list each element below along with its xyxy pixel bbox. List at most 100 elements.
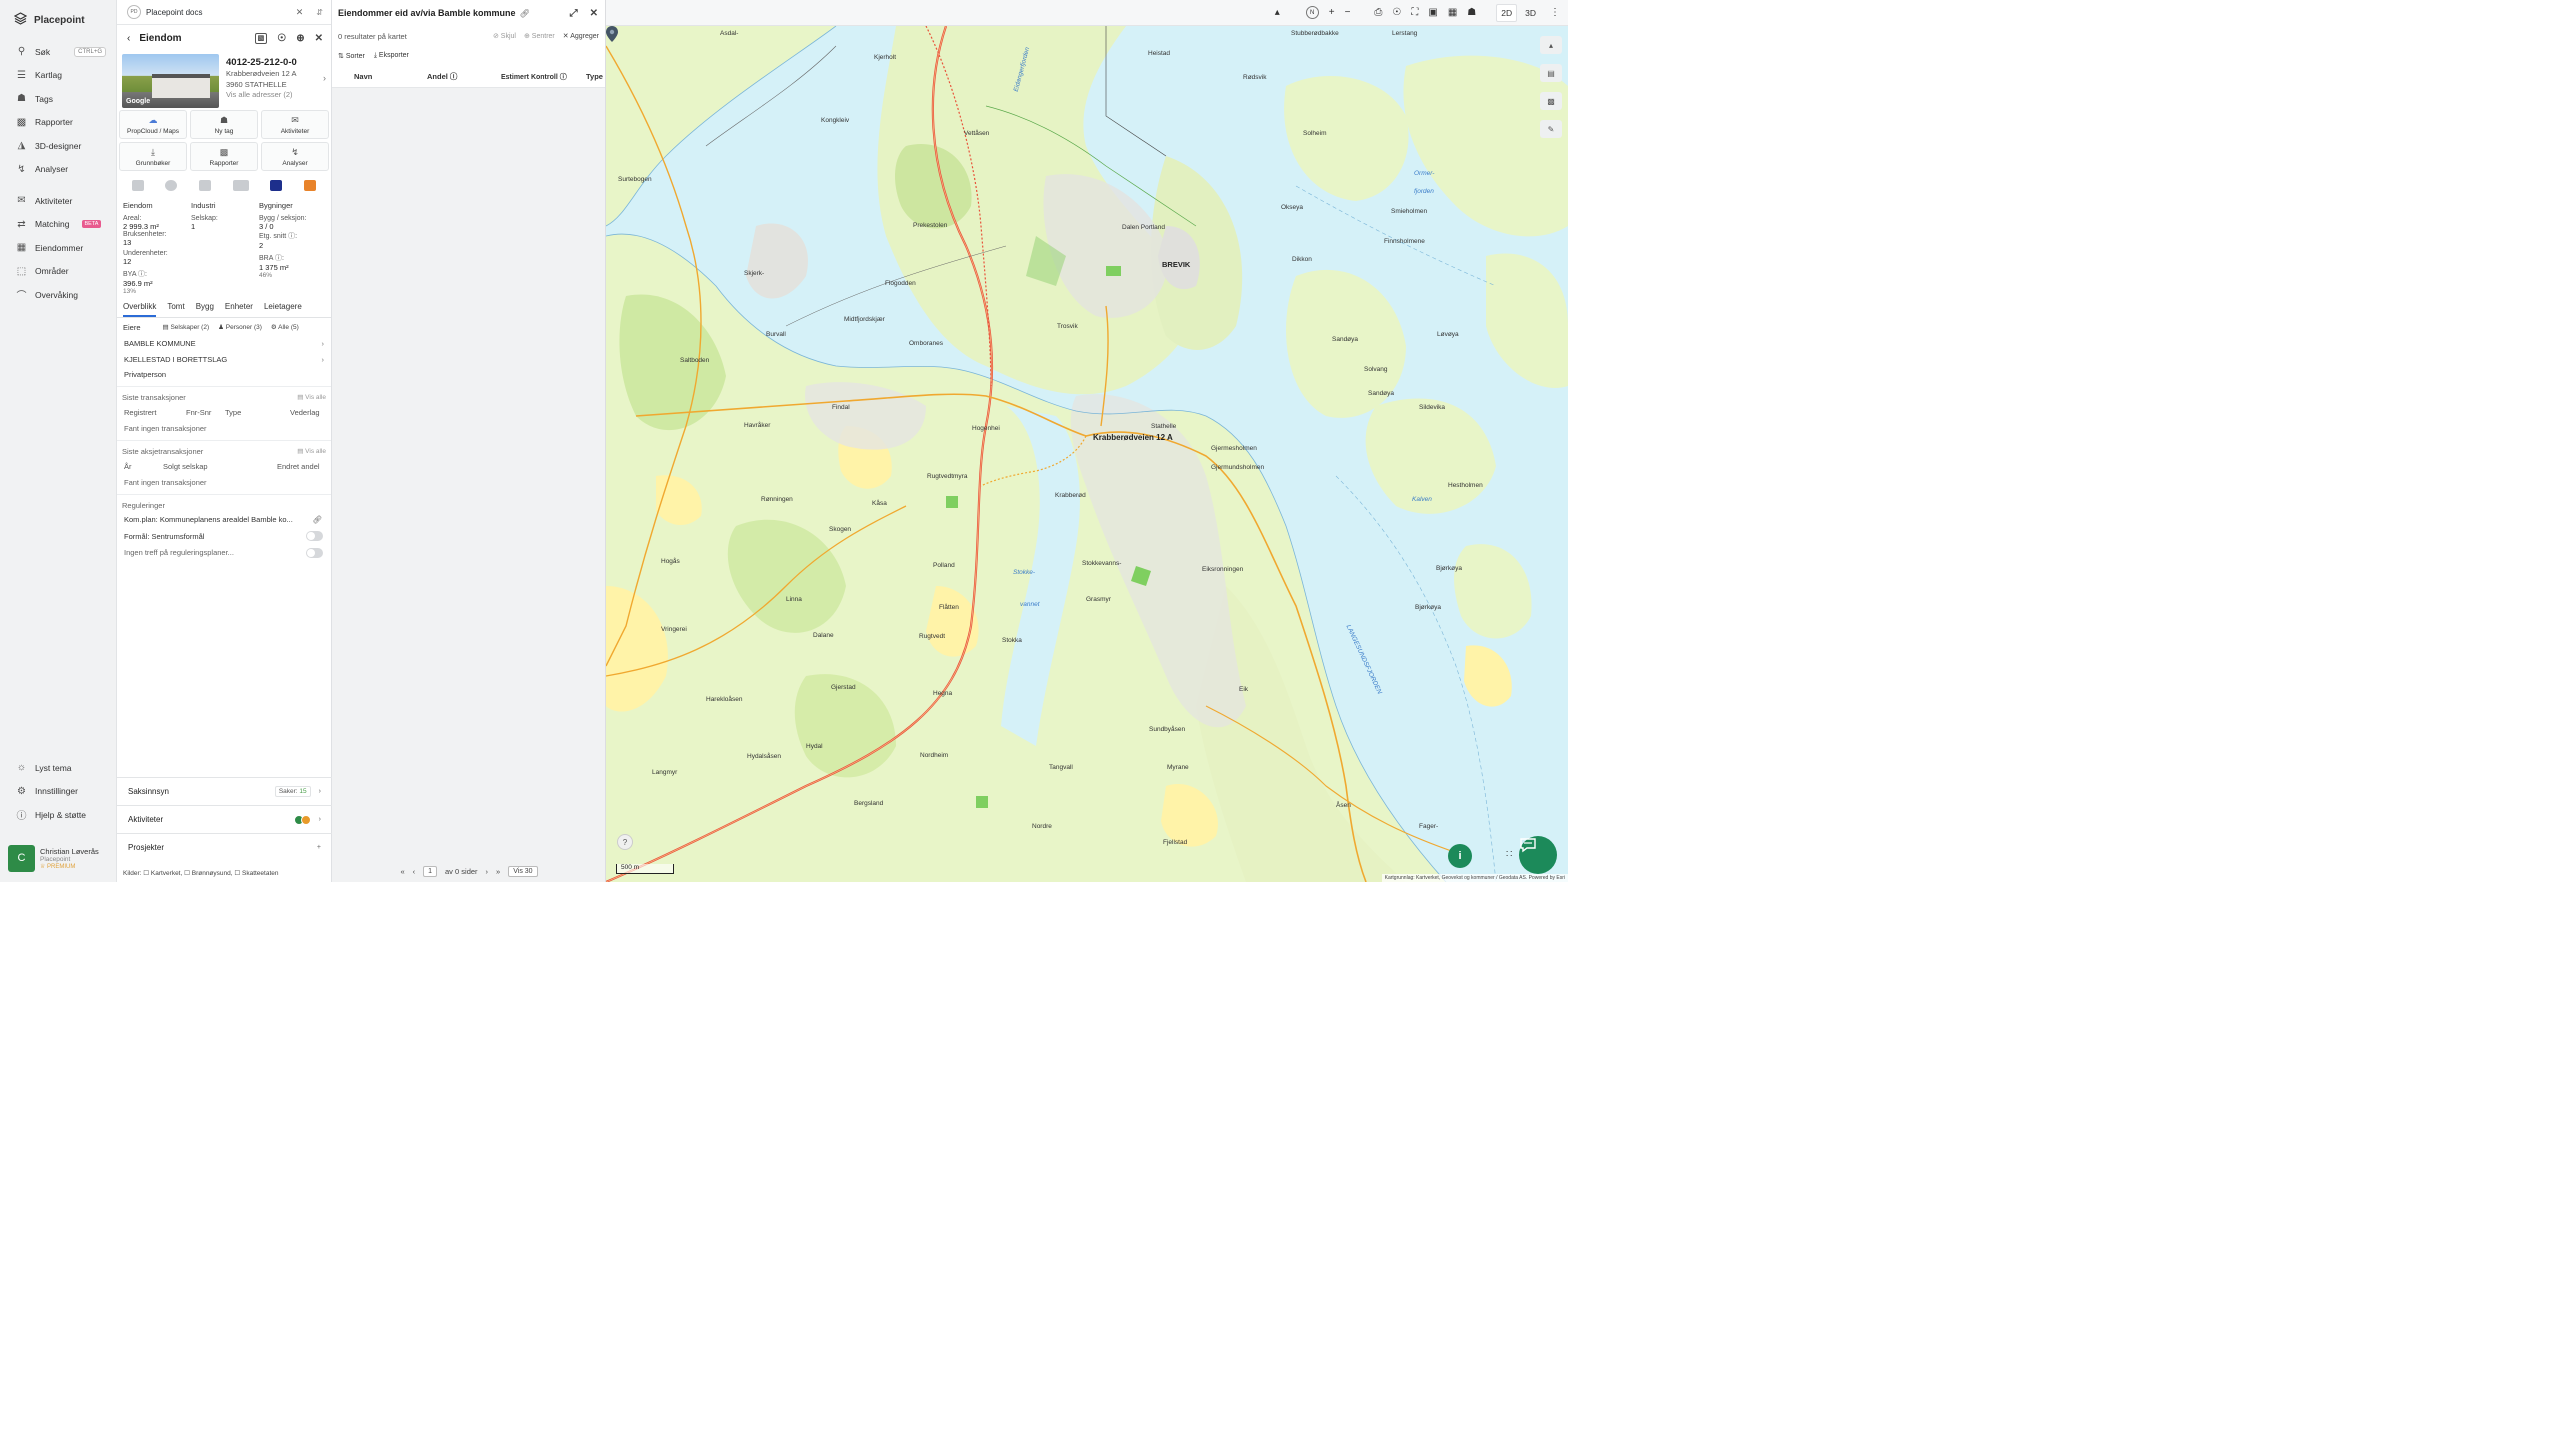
nav-tags[interactable]: ☗ Tags: [0, 87, 116, 111]
map-view[interactable]: Asdal- Heistad BREVIK Dalen Portland Tro…: [606, 26, 1568, 882]
owner-row[interactable]: KJELLESTAD I BORETTSLAG ›: [117, 352, 331, 368]
nav-matching[interactable]: ⇄ Matching BETA: [0, 213, 116, 237]
badge-icon[interactable]: ▧: [254, 32, 268, 44]
nav-analyser[interactable]: ↯ Analyser: [0, 158, 116, 182]
nav-kartlag[interactable]: ☰ Kartlag: [0, 64, 116, 88]
page-input[interactable]: 1: [423, 865, 438, 877]
layers-stack-icon[interactable]: ▴: [1275, 7, 1280, 18]
more-icon[interactable]: ⋮: [1550, 7, 1560, 18]
tab-enheter[interactable]: Enheter: [225, 302, 253, 317]
filter-all[interactable]: ⚙ Alle (5): [271, 323, 299, 331]
zoom-in-icon[interactable]: +: [1329, 7, 1335, 18]
first-page-icon[interactable]: «: [400, 867, 404, 876]
bookmark-icon[interactable]: ☗: [1467, 7, 1476, 18]
tab-bygg[interactable]: Bygg: [196, 302, 214, 317]
center-button[interactable]: ⊕ Sentrer: [524, 32, 555, 40]
nav-overvaking[interactable]: ⌒ Overvåking: [0, 283, 116, 307]
chat-support-icon[interactable]: [1519, 836, 1557, 874]
compass-icon[interactable]: N: [1305, 6, 1319, 19]
apps-grid-icon[interactable]: ∷: [1506, 849, 1512, 860]
activities-accordion[interactable]: Aktiviteter ›: [117, 805, 332, 833]
saksinnsyn-accordion[interactable]: Saksinnsyn Saker: 15 ›: [117, 777, 332, 805]
user-profile[interactable]: C Christian Løverås Placepoint ♕ PREMIUM: [8, 842, 109, 874]
provider-logo[interactable]: [131, 179, 144, 191]
street-view-thumbnail[interactable]: Google: [122, 54, 219, 108]
land-registry-button[interactable]: ⤓ Grunnbøker: [119, 142, 187, 171]
zoom-out-icon[interactable]: −: [1345, 7, 1351, 18]
provider-logo[interactable]: [165, 179, 178, 191]
location-pin-icon[interactable]: [606, 26, 618, 42]
export-button[interactable]: ⤓ Eksporter: [374, 52, 409, 60]
nav-help[interactable]: ⓘ Hjelp & støtte: [0, 803, 117, 827]
nav-settings[interactable]: ⚙ Innstillinger: [0, 780, 117, 804]
f-logo[interactable]: [304, 179, 317, 191]
nav-omrader[interactable]: ⬚ Områder: [0, 260, 116, 284]
per-page-select[interactable]: Vis 30: [508, 865, 538, 877]
grid-icon[interactable]: ▦: [1448, 7, 1457, 18]
kom-plan-row[interactable]: Kom.plan: Kommuneplanens arealdel Bamble…: [122, 512, 326, 529]
sort-button[interactable]: ⇅ Sorter: [338, 52, 365, 60]
print-icon[interactable]: ⎙: [1374, 7, 1382, 18]
camera-icon[interactable]: ▣: [1428, 7, 1437, 18]
owner-row[interactable]: BAMBLE KOMMUNE ›: [117, 336, 331, 352]
map-help-icon[interactable]: ?: [617, 834, 633, 850]
map-side-layers-icon[interactable]: ▴: [1540, 36, 1562, 54]
tek-logo[interactable]: [270, 179, 283, 191]
nav-aktiviteter[interactable]: ✉ Aktiviteter: [0, 189, 116, 213]
map-side-chart-icon[interactable]: ▩: [1540, 92, 1562, 110]
nav-rapporter[interactable]: ▩ Rapporter: [0, 111, 116, 135]
map-side-ruler-icon[interactable]: ▤: [1540, 64, 1562, 82]
activities-button[interactable]: ✉ Aktiviteter: [261, 110, 329, 139]
close-icon[interactable]: ✕: [315, 33, 323, 44]
plus-icon[interactable]: +: [317, 844, 321, 851]
last-page-icon[interactable]: »: [496, 867, 500, 876]
link-icon[interactable]: 🔗︎: [520, 9, 530, 18]
tab-leietagere[interactable]: Leietagere: [264, 302, 302, 317]
plans-toggle[interactable]: [306, 547, 323, 558]
tab-tomt[interactable]: Tomt: [167, 302, 184, 317]
hide-button[interactable]: ⊘ Skjul: [493, 32, 516, 40]
eye-icon[interactable]: ☉: [277, 33, 286, 44]
provider-logo[interactable]: [199, 179, 212, 191]
app-brand[interactable]: Placepoint: [0, 0, 116, 40]
col-header[interactable]: Andel ⓘ: [427, 71, 501, 82]
prev-page-icon[interactable]: ‹: [413, 867, 416, 876]
address-row[interactable]: Krabberødveien 12 A 3960 STATHELLE ›: [226, 68, 326, 90]
docs-tab[interactable]: PD Placepoint docs ✕ ⇵: [117, 0, 331, 25]
mode-2d-button[interactable]: 2D: [1496, 3, 1518, 22]
mode-3d-button[interactable]: 3D: [1521, 5, 1540, 21]
col-header[interactable]: Estimert Kontroll ⓘ: [501, 72, 586, 82]
nav-eiendommer[interactable]: ▦ Eiendommer: [0, 236, 116, 260]
target-icon[interactable]: ⊕: [296, 33, 304, 44]
eye-icon[interactable]: ☉: [1392, 7, 1401, 18]
close-icon[interactable]: ✕: [590, 8, 598, 19]
tab-overblikk[interactable]: Overblikk: [123, 302, 157, 317]
analyses-button[interactable]: ↯ Analyser: [261, 142, 329, 171]
expand-icon[interactable]: ⤢: [570, 8, 578, 19]
provider-logo[interactable]: [232, 179, 249, 191]
show-all-link[interactable]: ▤ Vis alle: [297, 393, 326, 401]
col-header[interactable]: Navn: [332, 72, 427, 81]
close-icon[interactable]: ✕: [296, 7, 304, 18]
col-header[interactable]: Type: [586, 72, 603, 81]
filter-persons[interactable]: ♟ Personer (3): [218, 323, 262, 331]
propcloud-button[interactable]: ☁ PropCloud / Maps: [119, 110, 187, 139]
show-all-link[interactable]: ▤ Vis alle: [297, 447, 326, 455]
all-addresses-link[interactable]: Vis alle adresser (2): [226, 90, 326, 99]
reports-button[interactable]: ▩ Rapporter: [190, 142, 258, 171]
projects-accordion[interactable]: Prosjekter +: [117, 833, 332, 861]
nav-light-theme[interactable]: ☼ Lyst tema: [0, 756, 117, 780]
link-icon[interactable]: 🔗︎: [312, 515, 322, 524]
formal-toggle[interactable]: [306, 531, 323, 542]
chevron-updown-icon[interactable]: ⇵: [316, 8, 323, 17]
next-page-icon[interactable]: ›: [486, 867, 489, 876]
nav-search[interactable]: ⚲ Søk CTRL+G: [0, 40, 116, 64]
aggregate-button[interactable]: ✕ Aggreger: [563, 32, 599, 40]
nav-3d-designer[interactable]: ◮ 3D-designer: [0, 134, 116, 158]
filter-companies[interactable]: ▤ Selskaper (2): [163, 323, 210, 331]
fullscreen-icon[interactable]: ⛶: [1411, 7, 1418, 18]
map-side-draw-icon[interactable]: ✎: [1540, 120, 1562, 138]
new-tag-button[interactable]: ☗ Ny tag: [190, 110, 258, 139]
back-icon[interactable]: ‹: [127, 33, 130, 44]
info-icon[interactable]: i: [1448, 844, 1472, 868]
